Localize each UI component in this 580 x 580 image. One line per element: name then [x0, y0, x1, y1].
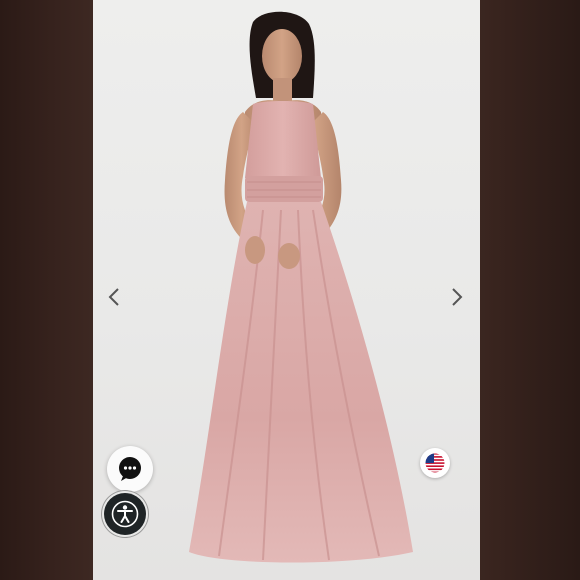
us-flag-icon	[425, 453, 445, 473]
chevron-left-icon	[108, 288, 119, 306]
model-illustration	[189, 11, 413, 563]
right-backdrop-panel	[480, 0, 580, 580]
chat-bubble-icon	[119, 457, 141, 481]
accessibility-button[interactable]	[104, 493, 146, 535]
chevron-right-icon	[452, 288, 463, 306]
chat-button[interactable]	[107, 446, 153, 492]
next-image-button[interactable]	[444, 280, 470, 314]
accessibility-icon	[111, 500, 139, 528]
left-backdrop-panel	[0, 0, 93, 580]
previous-image-button[interactable]	[101, 280, 127, 314]
product-photo	[93, 0, 480, 580]
region-selector-button[interactable]	[420, 448, 450, 478]
